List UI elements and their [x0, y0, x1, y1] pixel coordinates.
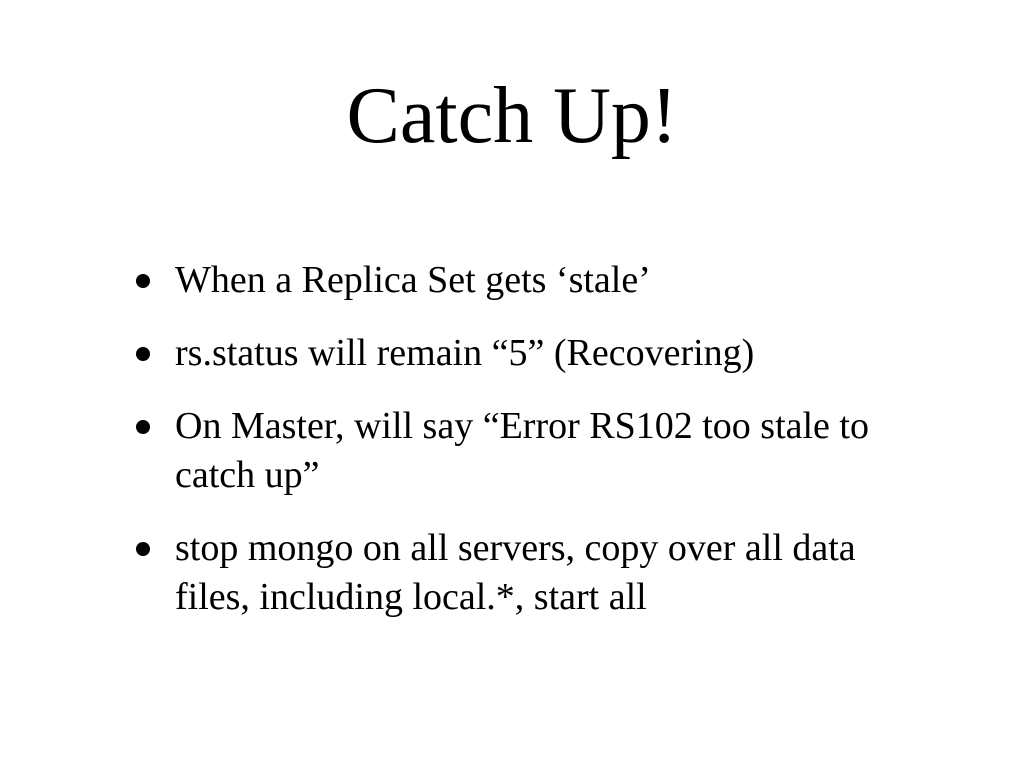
bullet-dot-icon [136, 347, 150, 361]
bullet-item: On Master, will say “Error RS102 too sta… [130, 402, 930, 500]
bullet-text: When a Replica Set gets ‘stale’ [175, 259, 651, 301]
slide-title: Catch Up! [346, 72, 678, 160]
bullet-dot-icon [136, 274, 150, 288]
bullet-text: On Master, will say “Error RS102 too sta… [175, 405, 869, 496]
bullet-dot-icon [136, 420, 150, 434]
bullet-item: rs.status will remain “5” (Recovering) [130, 329, 930, 378]
bullet-item: When a Replica Set gets ‘stale’ [130, 256, 930, 305]
bullet-text: stop mongo on all servers, copy over all… [175, 527, 856, 618]
bullet-item: stop mongo on all servers, copy over all… [130, 524, 930, 622]
slide: Catch Up! When a Replica Set gets ‘stale… [0, 0, 1024, 768]
bullet-list: When a Replica Set gets ‘stale’ rs.statu… [130, 256, 930, 646]
bullet-text: rs.status will remain “5” (Recovering) [175, 332, 755, 374]
bullet-dot-icon [136, 542, 150, 556]
